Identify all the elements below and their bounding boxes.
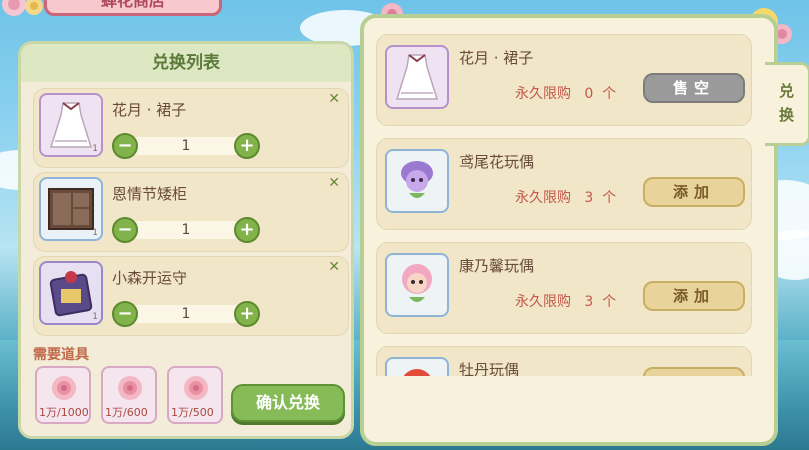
rose-icon bbox=[118, 376, 142, 400]
quantity-stepper: 1 − + bbox=[112, 217, 260, 243]
exchange-list-title: 兑换列表 bbox=[21, 44, 351, 82]
tab-exchange[interactable]: 兑换 bbox=[765, 62, 809, 146]
item-thumbnail bbox=[385, 357, 449, 376]
confirm-exchange-button[interactable]: 确认兑换 bbox=[231, 384, 345, 422]
exchange-item: 1 恩情节矮柜 ✕ 1 − + bbox=[33, 172, 349, 252]
item-thumbnail bbox=[385, 149, 449, 213]
required-count: 1万/10000 bbox=[39, 406, 91, 419]
remove-item-icon[interactable]: ✕ bbox=[328, 91, 340, 107]
item-name: 花月 · 裙子 bbox=[112, 101, 187, 119]
purchase-limit: 永久限购 3 个 bbox=[515, 294, 617, 310]
add-button[interactable] bbox=[643, 367, 745, 376]
exchange-list-panel: 兑换列表 1 花月 · 裙子 ✕ 1 − + 1 恩情节矮柜 ✕ 1 − + 1… bbox=[18, 41, 354, 439]
increase-button[interactable]: + bbox=[234, 217, 260, 243]
exchange-item: 1 花月 · 裙子 ✕ 1 − + bbox=[33, 88, 349, 168]
thumb-count: 1 bbox=[92, 228, 98, 238]
rose-decoration-icon bbox=[2, 0, 43, 16]
item-name: 小森开运守 bbox=[112, 269, 188, 287]
store-item: 花月 · 裙子 永久限购 0 个 售空 bbox=[376, 34, 752, 126]
decrease-button[interactable]: − bbox=[112, 301, 138, 327]
store-item: 牡丹玩偶 bbox=[376, 346, 752, 376]
sold-out-button[interactable]: 售空 bbox=[643, 73, 745, 103]
add-button[interactable]: 添加 bbox=[643, 281, 745, 311]
thumb-count: 1 bbox=[92, 144, 98, 154]
rose-icon bbox=[184, 376, 208, 400]
store-footer bbox=[374, 376, 766, 430]
increase-button[interactable]: + bbox=[234, 301, 260, 327]
decrease-button[interactable]: − bbox=[112, 217, 138, 243]
increase-button[interactable]: + bbox=[234, 133, 260, 159]
store-item: 鸢尾花玩偶 永久限购 3 个 添加 bbox=[376, 138, 752, 230]
store-list[interactable]: 花月 · 裙子 永久限购 0 个 售空 鸢尾花玩偶 永久限购 3 个 添加 康乃… bbox=[374, 28, 766, 376]
item-name: 康乃馨玩偶 bbox=[459, 257, 535, 275]
iris-doll-icon bbox=[401, 161, 433, 198]
tab-exchange-label: 兑换 bbox=[778, 82, 794, 124]
thumb-count: 1 bbox=[92, 312, 98, 322]
dress-icon bbox=[395, 54, 439, 100]
purchase-limit: 永久限购 3 个 bbox=[515, 190, 617, 206]
required-item: 1万/600 bbox=[101, 366, 157, 424]
remove-item-icon[interactable]: ✕ bbox=[328, 175, 340, 191]
item-thumbnail: 1 bbox=[39, 93, 103, 157]
item-thumbnail bbox=[385, 253, 449, 317]
exchange-item: 1 小森开运守 ✕ 1 − + bbox=[33, 256, 349, 336]
carnation-doll-icon bbox=[402, 264, 432, 302]
required-item: 1万/500 bbox=[167, 366, 223, 424]
required-item: 1万/10000 bbox=[35, 366, 91, 424]
item-name: 花月 · 裙子 bbox=[459, 49, 534, 67]
required-count: 1万/500 bbox=[171, 406, 214, 419]
required-count: 1万/600 bbox=[105, 406, 148, 419]
shop-title-plate: 蝉花商店 bbox=[44, 0, 222, 16]
item-thumbnail bbox=[385, 45, 449, 109]
purchase-limit: 永久限购 0 个 bbox=[515, 86, 617, 102]
item-thumbnail: 1 bbox=[39, 261, 103, 325]
quantity-stepper: 1 − + bbox=[112, 301, 260, 327]
remove-item-icon[interactable]: ✕ bbox=[328, 259, 340, 275]
item-name: 牡丹玩偶 bbox=[459, 361, 520, 376]
required-items-label: 需要道具 bbox=[33, 347, 89, 363]
peony-doll-icon bbox=[403, 369, 431, 376]
decrease-button[interactable]: − bbox=[112, 133, 138, 159]
rose-icon bbox=[52, 376, 76, 400]
item-name: 恩情节矮柜 bbox=[112, 185, 188, 203]
add-button[interactable]: 添加 bbox=[643, 177, 745, 207]
quantity-stepper: 1 − + bbox=[112, 133, 260, 159]
item-name: 鸢尾花玩偶 bbox=[459, 153, 535, 171]
store-item: 康乃馨玩偶 永久限购 3 个 添加 bbox=[376, 242, 752, 334]
item-thumbnail: 1 bbox=[39, 177, 103, 241]
